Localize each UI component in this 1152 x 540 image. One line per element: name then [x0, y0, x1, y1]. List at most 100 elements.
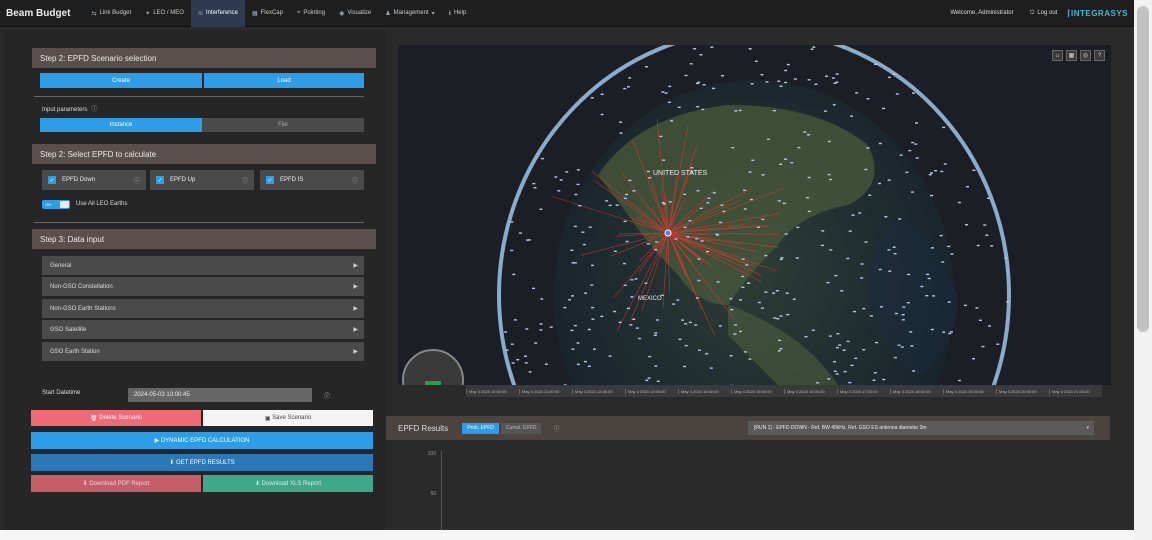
satellite-marker [948, 332, 952, 335]
info-icon[interactable]: ⓘ [134, 176, 140, 185]
app-brand[interactable]: Beam Budget [6, 8, 70, 19]
y-axis [441, 451, 442, 530]
accordion-gso-earth-station[interactable]: GSO Earth Station ▶ [42, 342, 364, 361]
satellite-marker [605, 200, 609, 202]
chart-icon: ▦ [251, 10, 258, 17]
satellite-marker [654, 249, 658, 251]
satellite-marker [866, 98, 870, 100]
nav-flexcap[interactable]: ▦ FlexCap [245, 0, 290, 27]
satellite-marker [745, 264, 749, 266]
satellite-marker [899, 154, 903, 156]
button-label: Download XLS Report [261, 480, 322, 487]
epfd-is-checkbox[interactable]: ✓ EPFD IS ⓘ [260, 170, 364, 190]
run-select[interactable]: [RUN 1] - EPFD DOWN - Ref. BW 40kHz, Ref… [748, 421, 1094, 435]
nav-pointing[interactable]: ⌖ Pointing [290, 0, 332, 27]
satellite-marker [888, 270, 892, 272]
timeline-label: May 3 2024 11:00:00 [519, 388, 572, 394]
satellite-marker [734, 110, 738, 112]
load-button[interactable]: Load [204, 73, 364, 88]
satellite-marker [722, 210, 726, 213]
globe-mode-button[interactable]: ◎ [1080, 50, 1091, 61]
satellite-marker [587, 328, 591, 331]
eye-icon: ◉ [339, 10, 345, 17]
satellite-marker [574, 193, 578, 196]
epfd-up-checkbox[interactable]: ✓ EPFD Up ⓘ [150, 170, 254, 190]
create-button[interactable]: Create [40, 73, 202, 88]
layers-button[interactable]: ▦ [1066, 50, 1077, 61]
satellite-marker [914, 143, 918, 145]
download-pdf-button[interactable]: ⬇ Download PDF Report [31, 475, 201, 492]
satellite-marker [942, 331, 946, 333]
accordion-non-gso-earth-stations[interactable]: Non-GSO Earth Stations ▶ [42, 299, 364, 318]
satellite-marker [777, 200, 781, 202]
dynamic-epfd-calculation-button[interactable]: ▶ DYNAMIC EPFD CALCULATION [31, 432, 373, 449]
satellite-marker [630, 296, 634, 298]
info-icon[interactable]: ⓘ [553, 424, 559, 433]
globe-canvas[interactable]: UNITED STATES MEXICO [398, 45, 1111, 385]
nav-label: Management [393, 10, 429, 16]
accordion-non-gso-constellation[interactable]: Non-GSO Constellation ▶ [42, 277, 364, 296]
help-icon[interactable]: ? [1094, 50, 1105, 61]
accordion-gso-satellite[interactable]: GSO Satellite ▶ [42, 320, 364, 339]
info-icon[interactable]: ⓘ [324, 391, 330, 400]
tab-prob-epfd[interactable]: Prob. EPFD [462, 422, 499, 434]
satellite-marker [729, 355, 733, 357]
save-scenario-button[interactable]: ▣ Save Scenario [203, 410, 373, 426]
satellite-marker [686, 236, 690, 238]
info-icon[interactable]: ⓘ [352, 176, 358, 185]
satellite-marker [710, 46, 714, 48]
file-toggle[interactable]: File [202, 118, 364, 132]
timeline-label: May 3 2024 17:00:00 [837, 388, 890, 394]
satellite-marker [786, 313, 790, 316]
satellite-marker [902, 306, 906, 308]
globe-viewer[interactable]: UNITED STATES MEXICO ⌂ ▦ ◎ ? [398, 45, 1111, 385]
home-view-button[interactable]: ⌂ [1052, 50, 1063, 61]
satellite-icon: ✦ [145, 10, 151, 17]
instance-toggle[interactable]: Instance [40, 118, 202, 132]
nav-help[interactable]: ℹ Help [442, 0, 474, 27]
satellite-marker [557, 190, 561, 192]
start-datetime-input[interactable]: 2024-05-03 10:00:45 [128, 388, 312, 402]
page-scrollbar[interactable] [1134, 0, 1152, 540]
satellite-marker [807, 210, 811, 213]
satellite-marker [591, 306, 595, 309]
satellite-marker [516, 359, 520, 361]
nav-leo-meo[interactable]: ✦ LEO / MEO [138, 0, 191, 27]
epfd-down-checkbox[interactable]: ✓ EPFD Down ⓘ [42, 170, 146, 190]
satellite-marker [524, 355, 527, 357]
delete-scenario-button[interactable]: 🗑 Delete Scenario [31, 410, 201, 426]
timeline-label: May 3 2024 10:00:00 [466, 388, 519, 394]
nav-management[interactable]: ♟ Management ▾ [378, 0, 441, 27]
satellite-marker [539, 329, 543, 331]
info-icon[interactable]: ⓘ [242, 176, 248, 185]
satellite-marker [646, 243, 650, 245]
nav-visualize[interactable]: ◉ Visualize [332, 0, 378, 27]
satellite-marker [648, 177, 652, 179]
satellite-marker [576, 169, 580, 171]
satellite-marker [821, 230, 825, 232]
accordion-general[interactable]: General ▶ [42, 256, 364, 275]
nav-interference[interactable]: ≋ Interference [190, 0, 245, 27]
satellite-marker [690, 167, 694, 169]
logout-link[interactable]: ⎋ Log out [1030, 10, 1058, 17]
nav-link-budget[interactable]: ⇆ Link Budget [84, 0, 138, 27]
satellite-marker [905, 171, 909, 174]
satellite-marker [855, 92, 859, 94]
step3-header: Step 3: Data input [32, 229, 376, 249]
satellite-marker [793, 78, 797, 80]
download-xls-button[interactable]: ⬇ Download XLS Report [203, 475, 373, 492]
get-epfd-results-button[interactable]: ⬇ GET EPFD RESULTS [31, 454, 373, 471]
timeline-label: May 3 2024 19:00:00 [943, 388, 996, 394]
epfd-results-plot[interactable]: 100 50 [386, 441, 1110, 530]
satellite-marker [668, 201, 672, 203]
use-all-leo-toggle[interactable]: ON [42, 200, 70, 209]
scrollbar-thumb[interactable] [1137, 6, 1149, 332]
step2-calc-header: Step 2: Select EPFD to calculate [32, 144, 376, 164]
satellite-marker [709, 367, 713, 369]
info-icon[interactable]: ⓘ [91, 107, 97, 113]
satellite-marker [761, 218, 765, 221]
timeline-bar[interactable]: May 3 2024 10:00:00 May 3 2024 11:00:00 Ma… [466, 385, 1102, 397]
tab-cumul-epfd[interactable]: Cumul. EPFD [500, 422, 542, 434]
satellite-marker [848, 381, 852, 384]
satellite-marker [591, 318, 595, 320]
